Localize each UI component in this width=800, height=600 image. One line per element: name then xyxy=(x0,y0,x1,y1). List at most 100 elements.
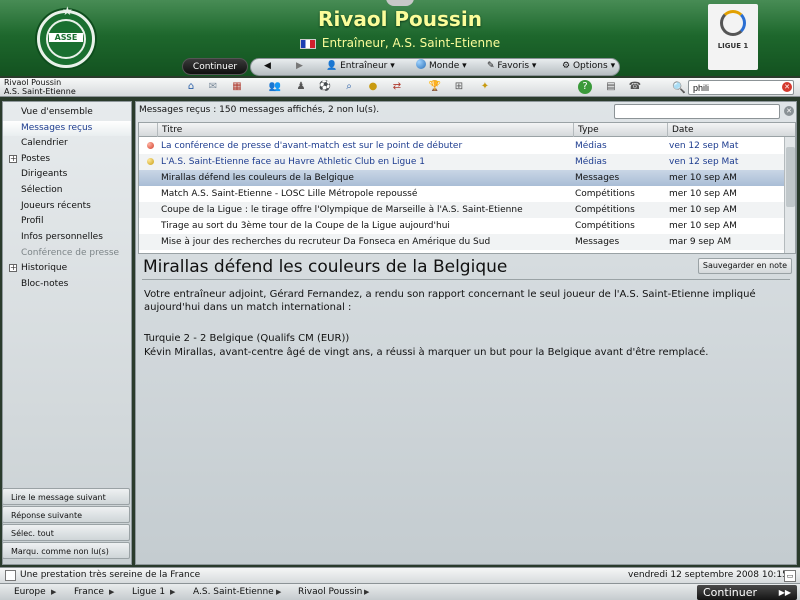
fixtures-icon[interactable]: ⊞ xyxy=(452,80,466,94)
gear-icon: ⚙ xyxy=(562,61,571,71)
chevron-right-icon: ▶ xyxy=(51,588,57,596)
message-table: Titre Type Date La conférence de presse … xyxy=(138,122,796,254)
chevron-down-icon: ▾ xyxy=(531,61,537,71)
tactics-icon[interactable]: ♟ xyxy=(294,80,308,94)
inbox-icon[interactable]: ✉ xyxy=(206,80,220,94)
search-icon[interactable]: 🔍 xyxy=(672,81,686,94)
entraineur-menu[interactable]: 👤 Entraîneur ▾ xyxy=(326,59,395,74)
continue-button-bottom[interactable]: Continuer ▶▶ xyxy=(697,585,797,600)
row-title: Mirallas défend les couleurs de la Belgi… xyxy=(161,173,354,183)
read-next-message-button[interactable]: Lire le message suivant xyxy=(2,488,130,505)
table-scrollbar[interactable] xyxy=(784,137,795,253)
table-row[interactable]: Coupe de la Ligue : le tirage offre l'Ol… xyxy=(139,202,784,218)
scouting-icon[interactable]: ⌕ xyxy=(342,80,356,94)
column-header-type[interactable]: Type xyxy=(573,123,667,137)
microphone-icon[interactable]: ✦ xyxy=(478,80,492,94)
sidebar-item-inbox[interactable]: Messages reçus xyxy=(3,121,131,136)
row-type: Compétitions xyxy=(575,221,635,231)
sidebar-item-jobs[interactable]: + Postes xyxy=(3,152,131,167)
close-icon[interactable]: ✕ xyxy=(782,82,792,92)
notes-icon[interactable]: ▤ xyxy=(604,80,618,94)
squad-icon[interactable]: 👥 xyxy=(268,80,282,94)
play-icon: ▶▶ xyxy=(778,588,791,597)
expand-plus-icon[interactable]: + xyxy=(9,264,17,272)
news-ticker-text[interactable]: Une prestation très sereine de la France xyxy=(20,568,200,583)
table-row[interactable]: La conférence de presse d'avant-match es… xyxy=(139,138,784,154)
row-title: La conférence de presse d'avant-match es… xyxy=(161,141,463,151)
manager-club-label[interactable]: Rivaol Poussin A.S. Saint-Etienne xyxy=(4,78,76,96)
row-type: Médias xyxy=(575,141,607,151)
sidebar-item-board[interactable]: Dirigeants xyxy=(3,167,131,182)
table-row[interactable]: Match A.S. Saint-Etienne - LOSC Lille Mé… xyxy=(139,186,784,202)
sidebar-item-notepad[interactable]: Bloc-notes xyxy=(3,277,131,292)
column-header-title[interactable]: Titre xyxy=(157,123,573,137)
training-ball-icon[interactable]: ⚽ xyxy=(318,80,332,94)
search-input[interactable] xyxy=(688,80,794,95)
breadcrumb-europe[interactable]: Europe xyxy=(14,584,46,600)
chevron-right-icon: ▶ xyxy=(276,588,282,596)
minimize-icon[interactable]: ▭ xyxy=(784,570,796,582)
table-row[interactable]: Tirage au sort du 3ème tour de la Coupe … xyxy=(139,218,784,234)
continue-button[interactable]: Continuer xyxy=(182,58,248,75)
star-icon: ★ xyxy=(62,4,73,18)
row-type: Messages xyxy=(575,237,620,247)
chevron-down-icon: ▾ xyxy=(390,61,395,71)
sidebar-item-selection[interactable]: Sélection xyxy=(3,183,131,198)
forward-arrow-icon[interactable]: ▶ xyxy=(296,59,303,74)
phone-icon[interactable]: ☎ xyxy=(628,80,642,94)
options-menu[interactable]: ⚙ Options ▾ xyxy=(562,59,615,74)
breadcrumb-manager[interactable]: Rivaol Poussin xyxy=(298,584,362,600)
sidebar-item-overview[interactable]: Vue d'ensemble xyxy=(3,105,131,120)
home-icon[interactable]: ⌂ xyxy=(184,80,198,94)
news-ticker-icon[interactable] xyxy=(5,570,16,581)
manager-name[interactable]: Rivaol Poussin xyxy=(250,7,550,31)
manager-role[interactable]: Entraîneur, A.S. Saint-Etienne xyxy=(250,36,550,50)
select-all-button[interactable]: Sélec. tout xyxy=(2,524,130,541)
options-menu-label: Options xyxy=(572,61,608,71)
row-type: Messages xyxy=(575,173,620,183)
sidebar-item-personal-info[interactable]: Infos personnelles xyxy=(3,230,131,245)
row-title: Mise à jour des recherches du recruteur … xyxy=(161,237,491,247)
shortcut-toolbar: Rivaol Poussin A.S. Saint-Etienne ⌂ ✉ ▦ … xyxy=(0,78,800,97)
club-logo-text: ASSE xyxy=(49,33,83,42)
row-date: mar 9 sep AM xyxy=(669,237,732,247)
row-type: Médias xyxy=(575,157,607,167)
globe-icon xyxy=(416,59,426,69)
save-as-note-button[interactable]: Sauvegarder en note xyxy=(698,258,792,274)
transfers-icon[interactable]: ⇄ xyxy=(390,80,404,94)
sidebar-item-recent-players[interactable]: Joueurs récents xyxy=(3,199,131,214)
sidebar-item-profile[interactable]: Profil xyxy=(3,214,131,229)
row-date: ven 12 sep Mat xyxy=(669,157,739,167)
close-icon[interactable]: ✕ xyxy=(784,106,794,116)
next-reply-button[interactable]: Réponse suivante xyxy=(2,506,130,523)
sidebar-item-history[interactable]: + Historique xyxy=(3,261,131,276)
row-date: ven 12 sep Mat xyxy=(669,141,739,151)
favoris-menu-label: Favoris xyxy=(497,61,530,71)
finances-icon[interactable]: ● xyxy=(366,80,380,94)
mark-unread-button[interactable]: Marqu. comme non lu(s) xyxy=(2,542,130,559)
table-row-selected[interactable]: Mirallas défend les couleurs de la Belgi… xyxy=(139,170,784,186)
table-row[interactable]: L'A.S. Saint-Etienne face au Havre Athle… xyxy=(139,154,784,170)
column-header-date[interactable]: Date xyxy=(667,123,784,137)
entraineur-menu-label: Entraîneur xyxy=(340,61,388,71)
favoris-menu[interactable]: ✎ Favoris ▾ xyxy=(487,59,536,74)
scrollbar-thumb[interactable] xyxy=(786,147,795,207)
back-arrow-icon[interactable]: ◀ xyxy=(264,59,271,74)
row-type: Compétitions xyxy=(575,205,635,215)
monde-menu[interactable]: Monde ▾ xyxy=(416,59,467,74)
row-title: Coupe de la Ligue : le tirage offre l'Ol… xyxy=(161,205,523,215)
help-icon[interactable]: ? xyxy=(578,80,592,94)
breadcrumb-club[interactable]: A.S. Saint-Etienne xyxy=(193,584,274,600)
message-filter-input[interactable] xyxy=(614,104,780,119)
trophy-icon[interactable]: 🏆 xyxy=(428,80,442,94)
calendar-icon[interactable]: ▦ xyxy=(230,80,244,94)
table-row[interactable]: Mise à jour des recherches du recruteur … xyxy=(139,234,784,250)
sidebar-item-calendar[interactable]: Calendrier xyxy=(3,136,131,151)
row-date: mer 10 sep AM xyxy=(669,189,737,199)
game-date: vendredi 12 septembre 2008 10:15 xyxy=(628,570,788,580)
breadcrumb-ligue1[interactable]: Ligue 1 xyxy=(132,584,165,600)
breadcrumb-france[interactable]: France xyxy=(74,584,104,600)
expand-plus-icon[interactable]: + xyxy=(9,155,17,163)
row-date: mer 10 sep AM xyxy=(669,173,737,183)
message-count: Messages reçus : 150 messages affichés, … xyxy=(139,105,380,115)
